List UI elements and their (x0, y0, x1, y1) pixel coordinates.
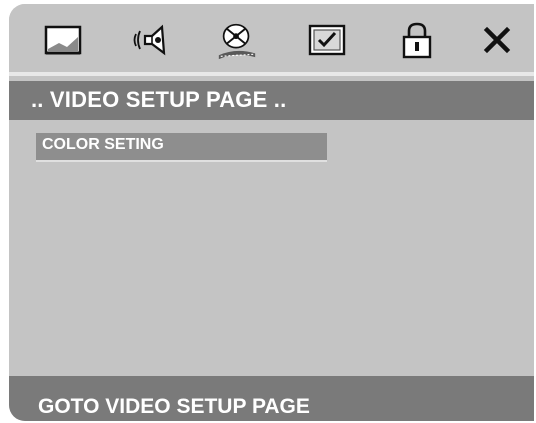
status-bar: GOTO VIDEO SETUP PAGE (9, 376, 534, 421)
status-text: GOTO VIDEO SETUP PAGE (38, 395, 310, 418)
menu-item-label: COLOR SETING (42, 136, 164, 153)
page-title-bar: .. VIDEO SETUP PAGE .. (9, 81, 534, 120)
menu-item-color-setting[interactable]: COLOR SETING (36, 133, 327, 162)
page-title: .. VIDEO SETUP PAGE .. (31, 87, 287, 112)
close-exit-icon[interactable] (475, 18, 519, 62)
speaker-audio-icon[interactable] (129, 18, 173, 62)
tv-screen-icon[interactable] (41, 18, 85, 62)
video-reel-icon[interactable] (215, 18, 259, 62)
menu-content-area: COLOR SETING (9, 120, 534, 376)
setup-menu-screen: .. VIDEO SETUP PAGE .. COLOR SETING GOTO… (9, 4, 534, 421)
header-divider (9, 72, 534, 76)
checklist-preference-icon[interactable] (305, 18, 349, 62)
padlock-icon[interactable] (395, 18, 439, 62)
setup-category-bar (9, 4, 534, 72)
